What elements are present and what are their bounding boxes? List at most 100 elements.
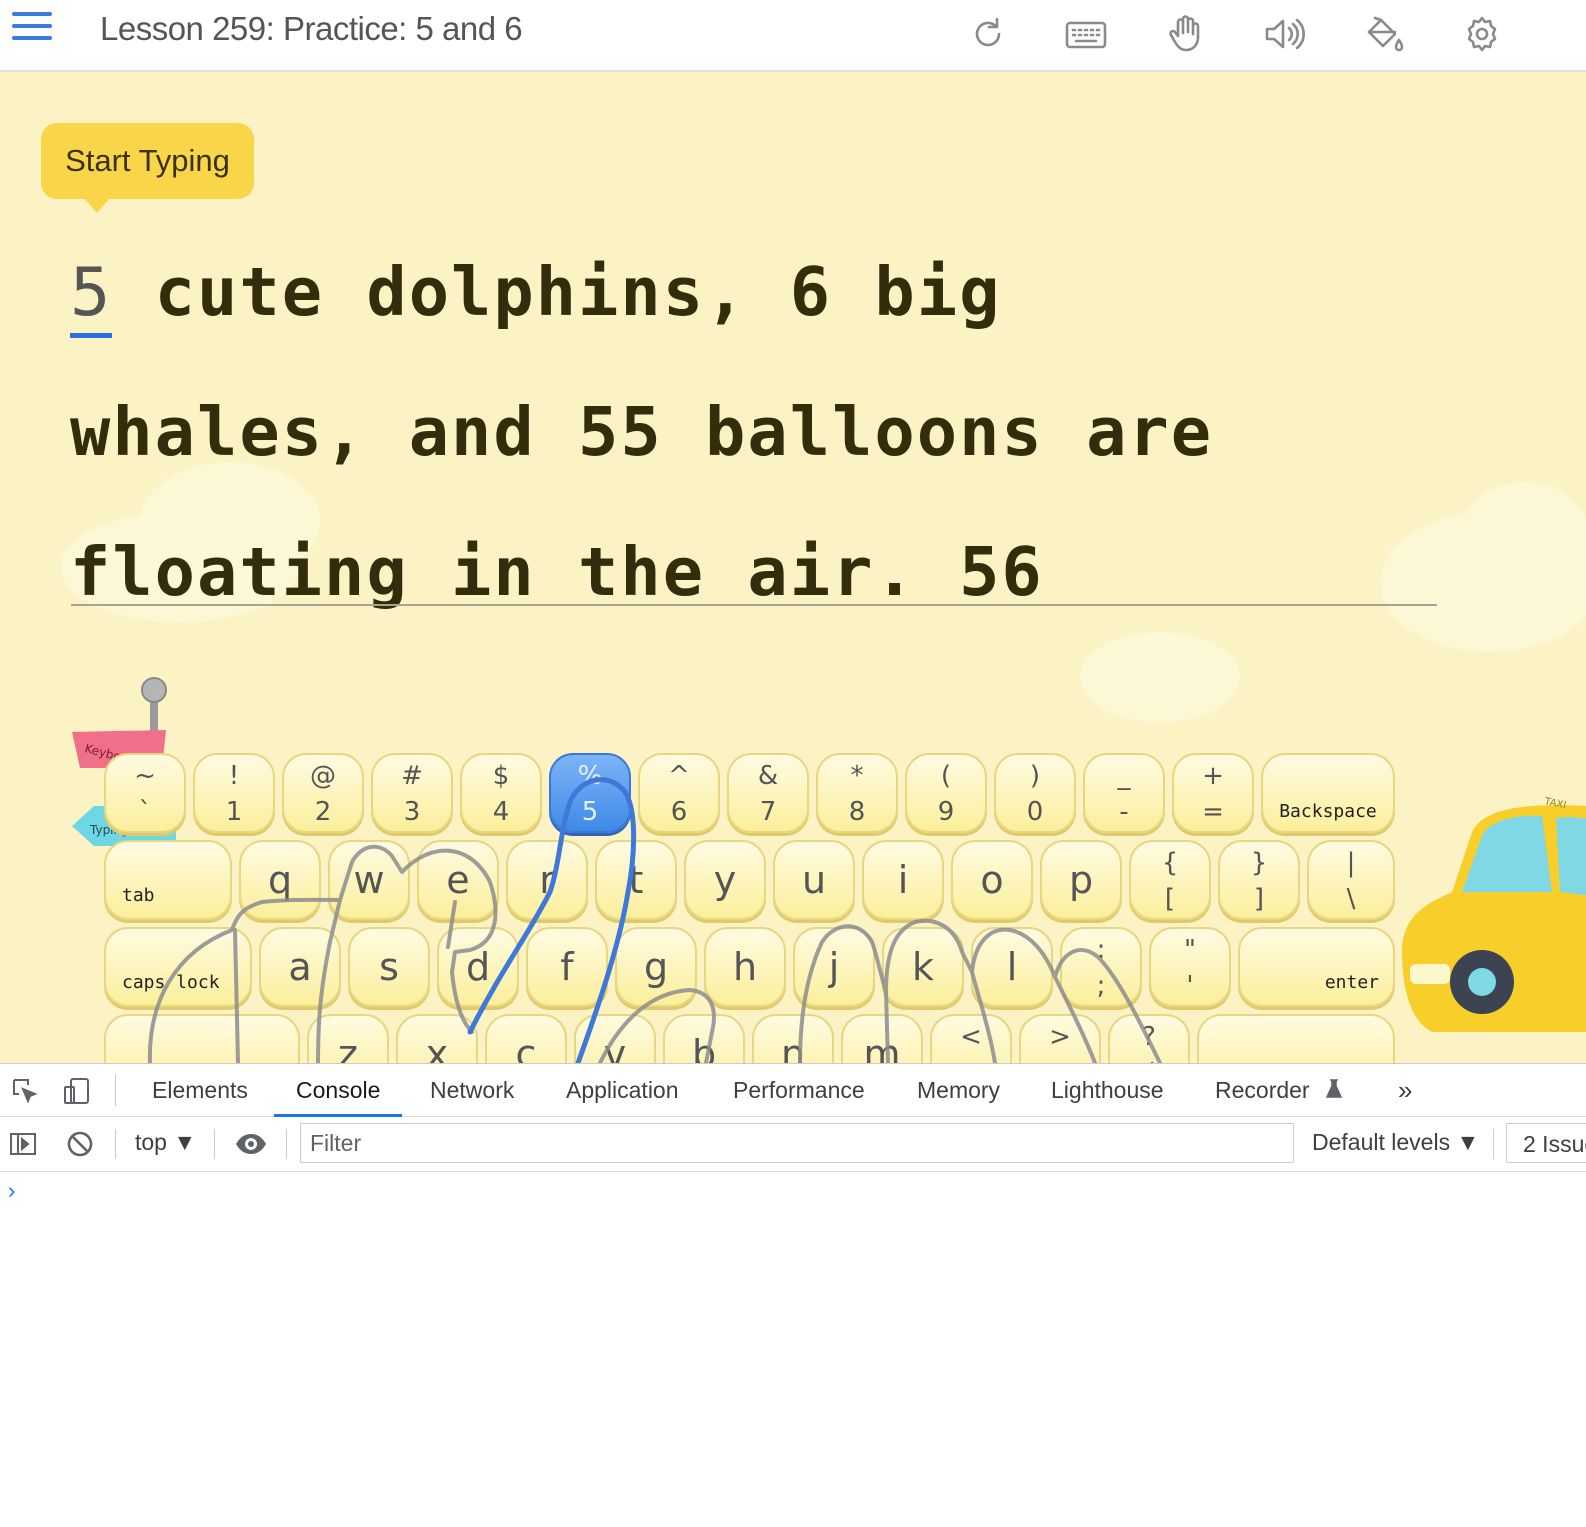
key-slash[interactable]: ?/: [1108, 1014, 1190, 1063]
key-k[interactable]: k: [882, 927, 964, 1007]
keyboard-icon[interactable]: [1064, 14, 1108, 54]
key-o[interactable]: o: [951, 840, 1033, 920]
key-caps-lock[interactable]: caps lock: [104, 927, 252, 1007]
key-backslash[interactable]: | \: [1307, 840, 1395, 920]
key-label: l: [1006, 945, 1018, 989]
key-t[interactable]: t: [595, 840, 677, 920]
key-0[interactable]: ) 0: [994, 753, 1076, 833]
console-prompt-icon[interactable]: ›: [8, 1178, 15, 1204]
key-label: q: [267, 858, 293, 902]
key-1[interactable]: ! 1: [193, 753, 275, 833]
log-levels-dropdown[interactable]: Default levels ▼: [1312, 1129, 1479, 1156]
key-b[interactable]: b: [663, 1014, 745, 1063]
menu-icon[interactable]: [12, 12, 52, 44]
key-v[interactable]: v: [574, 1014, 656, 1063]
tab-recorder[interactable]: Recorder: [1215, 1064, 1344, 1116]
key-label: f: [560, 945, 574, 989]
restart-icon[interactable]: [966, 14, 1010, 54]
key-left-bracket[interactable]: {[: [1129, 840, 1211, 920]
sound-icon[interactable]: [1262, 14, 1306, 54]
devtools-panel: Elements Console Network Application Per…: [0, 1063, 1586, 1527]
hand-icon[interactable]: [1163, 14, 1207, 54]
clear-console-icon[interactable]: [63, 1127, 97, 1161]
issues-button[interactable]: 2 Issues: [1506, 1123, 1586, 1163]
key-h[interactable]: h: [704, 927, 786, 1007]
key-label: x: [425, 1032, 449, 1063]
key-i[interactable]: i: [862, 840, 944, 920]
inspect-element-icon[interactable]: [8, 1074, 42, 1108]
key-minus[interactable]: _ -: [1083, 753, 1165, 833]
key-enter[interactable]: enter: [1238, 927, 1395, 1007]
key-label: `: [138, 797, 152, 827]
key-label: 8: [848, 797, 866, 827]
key-label: o: [980, 858, 1004, 902]
key-y[interactable]: y: [684, 840, 766, 920]
tab-performance[interactable]: Performance: [733, 1064, 865, 1116]
key-shift-label: ^: [668, 761, 690, 791]
key-shift-label: ~: [134, 761, 156, 791]
key-n[interactable]: n: [752, 1014, 834, 1063]
key-right-shift[interactable]: [1197, 1014, 1395, 1063]
key-label: Backspace: [1279, 801, 1377, 822]
eye-icon[interactable]: [234, 1127, 268, 1161]
tab-memory[interactable]: Memory: [917, 1064, 1000, 1116]
key-u[interactable]: u: [773, 840, 855, 920]
key-equals[interactable]: + =: [1172, 753, 1254, 833]
tab-lighthouse[interactable]: Lighthouse: [1051, 1064, 1164, 1116]
key-backspace[interactable]: Backspace: [1261, 753, 1395, 833]
paint-bucket-icon[interactable]: [1361, 14, 1405, 54]
key-shift-label: >: [1049, 1022, 1071, 1052]
gear-icon[interactable]: [1460, 14, 1504, 54]
key-quote[interactable]: " ': [1149, 927, 1231, 1007]
key-8[interactable]: * 8: [816, 753, 898, 833]
key-s[interactable]: s: [348, 927, 430, 1007]
key-p[interactable]: p: [1040, 840, 1122, 920]
key-label: 3: [403, 797, 421, 827]
key-left-shift[interactable]: [104, 1014, 300, 1063]
device-toggle-icon[interactable]: [60, 1074, 94, 1108]
key-shift-label: (: [940, 761, 952, 791]
key-5-active[interactable]: % 5: [549, 753, 631, 833]
key-shift-label: ": [1184, 935, 1196, 965]
key-label: t: [628, 858, 644, 902]
key-3[interactable]: #3: [371, 753, 453, 833]
tab-application[interactable]: Application: [566, 1064, 679, 1116]
sidebar-toggle-icon[interactable]: [6, 1127, 40, 1161]
console-filter-input[interactable]: [300, 1123, 1294, 1163]
key-g[interactable]: g: [615, 927, 697, 1007]
more-tabs-icon[interactable]: »: [1398, 1064, 1412, 1116]
key-backtick[interactable]: ~ `: [104, 753, 186, 833]
key-right-bracket[interactable]: }]: [1218, 840, 1300, 920]
key-shift-label: ): [1029, 761, 1041, 791]
key-shift-label: $: [492, 761, 510, 791]
key-6[interactable]: ^ 6: [638, 753, 720, 833]
key-z[interactable]: z: [307, 1014, 389, 1063]
key-tab[interactable]: tab: [104, 840, 232, 920]
key-label: ': [1186, 971, 1194, 1001]
key-comma[interactable]: <,: [930, 1014, 1012, 1063]
context-selector[interactable]: top ▼: [135, 1129, 196, 1156]
key-e[interactable]: e: [417, 840, 499, 920]
key-c[interactable]: c: [485, 1014, 567, 1063]
key-9[interactable]: (9: [905, 753, 987, 833]
key-2[interactable]: @2: [282, 753, 364, 833]
key-a[interactable]: a: [259, 927, 341, 1007]
key-shift-label: %: [577, 761, 603, 791]
key-r[interactable]: r: [506, 840, 588, 920]
key-f[interactable]: f: [526, 927, 608, 1007]
key-d[interactable]: d: [437, 927, 519, 1007]
key-m[interactable]: m: [841, 1014, 923, 1063]
key-j[interactable]: j: [793, 927, 875, 1007]
key-semicolon[interactable]: :;: [1060, 927, 1142, 1007]
tab-network[interactable]: Network: [430, 1064, 514, 1116]
key-q[interactable]: q: [239, 840, 321, 920]
tab-elements[interactable]: Elements: [152, 1064, 248, 1116]
key-l[interactable]: l: [971, 927, 1053, 1007]
key-w[interactable]: w: [328, 840, 410, 920]
key-4[interactable]: $4: [460, 753, 542, 833]
tab-console[interactable]: Console: [273, 1064, 403, 1117]
key-7[interactable]: & 7: [727, 753, 809, 833]
key-period[interactable]: >.: [1019, 1014, 1101, 1063]
key-label: caps lock: [122, 972, 220, 993]
key-x[interactable]: x: [396, 1014, 478, 1063]
